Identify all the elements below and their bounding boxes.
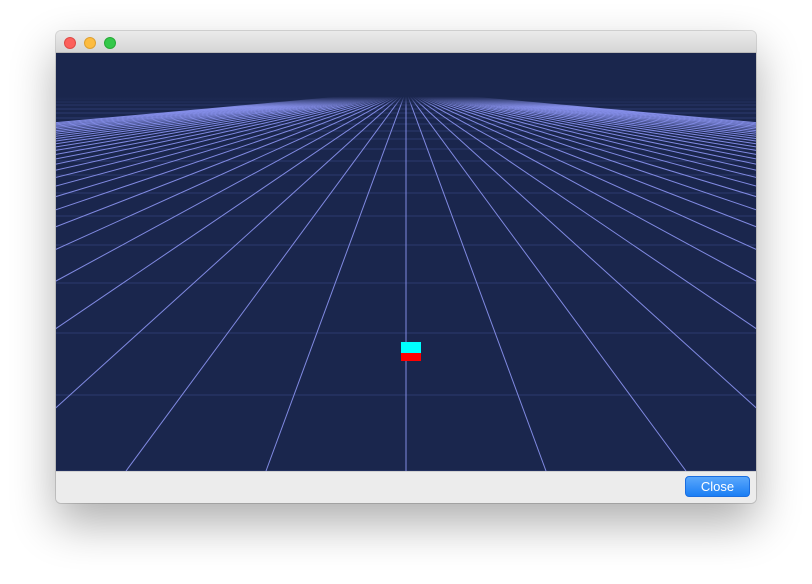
perspective-grid: [56, 53, 756, 471]
minimize-window-icon[interactable]: [84, 37, 96, 49]
sky-area: [56, 53, 756, 91]
close-window-icon[interactable]: [64, 37, 76, 49]
app-window: Close: [56, 31, 756, 503]
horizon-fade: [56, 91, 756, 107]
zoom-window-icon[interactable]: [104, 37, 116, 49]
scene-object[interactable]: [401, 342, 421, 361]
title-bar: [56, 31, 756, 53]
object-top-face: [401, 342, 421, 353]
3d-viewport[interactable]: [56, 53, 756, 471]
object-front-face: [401, 353, 421, 361]
close-button[interactable]: Close: [685, 476, 750, 497]
button-bar: Close: [56, 471, 756, 503]
